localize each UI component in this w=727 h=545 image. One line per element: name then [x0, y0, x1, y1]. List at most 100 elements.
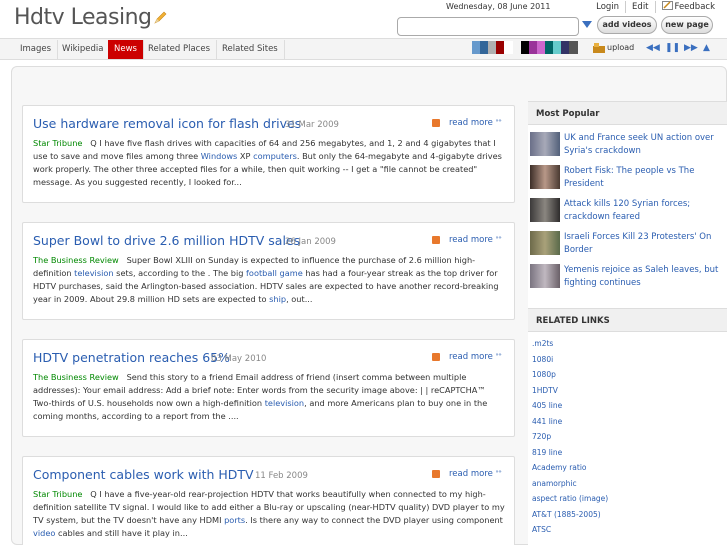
popular-item[interactable]: Yemenis rejoice as Saleh leaves, but fig…: [528, 261, 727, 294]
news-date: 26 Jan 2009: [285, 237, 336, 247]
news-thumbnail: [530, 165, 560, 189]
news-card: Component cables work with HDTV 11 Feb 2…: [22, 456, 515, 545]
body-text: . Is there any way to connect the DVD pl…: [245, 515, 503, 525]
news-thumbnail: [530, 231, 560, 255]
read-more-label: read more: [449, 352, 493, 362]
popular-item[interactable]: Robert Fisk: The people vs The President: [528, 162, 727, 195]
tab-related-places[interactable]: Related Places: [142, 40, 218, 59]
news-title[interactable]: Use hardware removal icon for flash driv…: [33, 116, 301, 131]
popular-item-label: Attack kills 120 Syrian forces; crackdow…: [564, 199, 691, 222]
news-source[interactable]: Star Tribune: [33, 138, 82, 148]
color-swatch[interactable]: [504, 41, 513, 54]
related-links-list: .m2ts 1080i 1080p 1HDTV 405 line 441 line 720p…: [528, 336, 727, 538]
search-dropdown-icon[interactable]: [582, 21, 592, 28]
related-link[interactable]: AT&T (1885-2005): [528, 507, 727, 523]
popular-item[interactable]: Israeli Forces Kill 23 Protesters' On Bo…: [528, 228, 727, 261]
forward-icon[interactable]: ▶▶: [684, 43, 698, 53]
rss-icon[interactable]: [432, 353, 440, 361]
feedback-label: Feedback: [674, 2, 715, 12]
news-source[interactable]: The Business Review: [33, 255, 119, 265]
popular-item[interactable]: UK and France seek UN action over Syria'…: [528, 129, 727, 162]
top-header: Hdtv Leasing Wednesday, 08 June 2011 Log…: [0, 0, 727, 38]
search-input[interactable]: [397, 17, 579, 36]
news-body: Star Tribune Q I have a five-year-old re…: [33, 488, 505, 540]
sidebar: Most Popular UK and France seek UN actio…: [528, 101, 727, 545]
pencil-icon: [153, 11, 166, 24]
news-date: 31 Mar 2009: [285, 120, 339, 130]
feedback-link[interactable]: Feedback: [654, 1, 721, 13]
news-body: Star Tribune Q I have five flash drives …: [33, 137, 505, 189]
keyword-link[interactable]: television: [74, 268, 113, 278]
read-more-label: read more: [449, 118, 493, 128]
related-link[interactable]: Academy ratio: [528, 460, 727, 476]
site-logo[interactable]: Hdtv Leasing: [14, 5, 167, 30]
login-link[interactable]: Login: [590, 1, 625, 13]
pause-icon[interactable]: ❚❚: [665, 43, 680, 53]
body-text: sets, according to the . The big: [113, 268, 247, 278]
popular-item-label: UK and France seek UN action over Syria'…: [564, 133, 714, 156]
related-links-heading: RELATED LINKS: [528, 308, 727, 332]
add-videos-button[interactable]: add videos: [597, 16, 657, 34]
news-source[interactable]: The Business Review: [33, 372, 119, 382]
rss-icon[interactable]: [432, 470, 440, 478]
read-more-link[interactable]: read more »»: [449, 235, 502, 245]
logo-text: Hdtv Leasing: [14, 5, 152, 30]
news-thumbnail: [530, 264, 560, 288]
related-link[interactable]: 405 line: [528, 398, 727, 414]
read-more-label: read more: [449, 469, 493, 479]
tab-images[interactable]: Images: [14, 40, 59, 59]
related-link[interactable]: 441 line: [528, 414, 727, 430]
news-date: 03 May 2010: [211, 354, 267, 364]
popular-item[interactable]: Attack kills 120 Syrian forces; crackdow…: [528, 195, 727, 228]
tab-news[interactable]: News: [108, 40, 144, 59]
body-text: XP: [237, 151, 254, 161]
keyword-link[interactable]: television: [265, 398, 304, 408]
read-more-link[interactable]: read more »»: [449, 118, 502, 128]
read-more-label: read more: [449, 235, 493, 245]
read-more-link[interactable]: read more »»: [449, 469, 502, 479]
news-title[interactable]: Component cables work with HDTV: [33, 467, 254, 482]
keyword-link[interactable]: Windows: [201, 151, 238, 161]
popular-item-label: Israeli Forces Kill 23 Protesters' On Bo…: [564, 232, 712, 255]
upload-icon: [593, 43, 605, 53]
news-title[interactable]: Super Bowl to drive 2.6 million HDTV sal…: [33, 233, 300, 248]
news-date: 11 Feb 2009: [255, 471, 308, 481]
keyword-link[interactable]: computers: [253, 151, 297, 161]
related-link[interactable]: 1080p: [528, 367, 727, 383]
feedback-icon: [661, 1, 673, 10]
tab-related-sites[interactable]: Related Sites: [216, 40, 285, 59]
related-link[interactable]: ATSC: [528, 522, 727, 538]
related-link[interactable]: 819 line: [528, 445, 727, 461]
current-date: Wednesday, 08 June 2011: [446, 2, 551, 11]
read-more-link[interactable]: read more »»: [449, 352, 502, 362]
upload-link[interactable]: upload: [607, 43, 634, 52]
body-text: , out...: [286, 294, 313, 304]
keyword-link[interactable]: ports: [224, 515, 245, 525]
news-body: The Business Review Super Bowl XLIII on …: [33, 254, 505, 306]
news-source[interactable]: Star Tribune: [33, 489, 82, 499]
related-link[interactable]: .m2ts: [528, 336, 727, 352]
rewind-icon[interactable]: ◀◀: [646, 43, 660, 53]
color-swatch[interactable]: [569, 41, 578, 54]
related-link[interactable]: 720p: [528, 429, 727, 445]
top-links: Login Edit Feedback: [590, 1, 721, 13]
news-card: Use hardware removal icon for flash driv…: [22, 105, 515, 203]
keyword-link[interactable]: ship: [269, 294, 286, 304]
related-link[interactable]: anamorphic: [528, 476, 727, 492]
related-link[interactable]: 1080i: [528, 352, 727, 368]
related-link[interactable]: 1HDTV: [528, 383, 727, 399]
rss-icon[interactable]: [432, 236, 440, 244]
keyword-link[interactable]: football game: [246, 268, 303, 278]
news-thumbnail: [530, 132, 560, 156]
new-page-button[interactable]: new page: [661, 16, 713, 34]
rss-icon[interactable]: [432, 119, 440, 127]
popular-item-label: Yemenis rejoice as Saleh leaves, but fig…: [564, 265, 719, 288]
keyword-link[interactable]: video: [33, 528, 55, 538]
edit-link[interactable]: Edit: [625, 1, 654, 13]
related-link[interactable]: aspect ratio (image): [528, 491, 727, 507]
news-card: HDTV penetration reaches 65% 03 May 2010…: [22, 339, 515, 437]
news-thumbnail: [530, 198, 560, 222]
tab-wikipedia[interactable]: Wikipedia: [56, 40, 111, 59]
news-title[interactable]: HDTV penetration reaches 65%: [33, 350, 230, 365]
expand-icon[interactable]: ▲: [703, 43, 710, 53]
